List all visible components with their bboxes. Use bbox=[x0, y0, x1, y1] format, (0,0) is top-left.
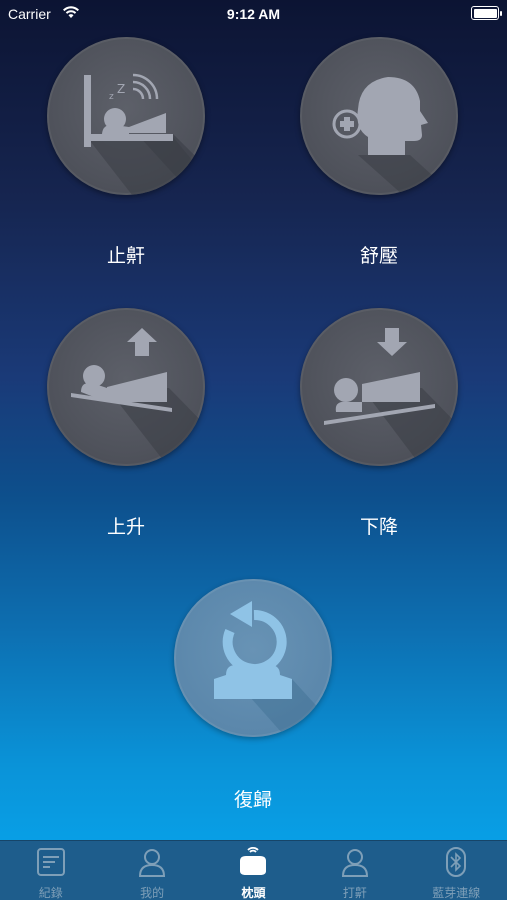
pillow-icon bbox=[240, 847, 267, 875]
stop-snore-button[interactable]: z Z bbox=[47, 37, 205, 195]
tab-snore-label: 打鼾 bbox=[342, 886, 367, 900]
reset-button[interactable] bbox=[174, 579, 332, 737]
pillow-lower-icon bbox=[324, 328, 458, 466]
head-massage-icon bbox=[332, 77, 454, 195]
tab-bluetooth[interactable]: 藍芽連線 bbox=[406, 841, 507, 900]
bluetooth-icon bbox=[446, 847, 467, 877]
tab-pillow-label: 枕頭 bbox=[241, 886, 266, 900]
raise-button[interactable] bbox=[47, 308, 205, 466]
relax-button[interactable] bbox=[300, 37, 458, 195]
document-icon bbox=[36, 848, 65, 876]
tab-mine[interactable]: 我的 bbox=[101, 841, 202, 900]
tab-bluetooth-label: 藍芽連線 bbox=[432, 886, 481, 900]
user-icon bbox=[139, 849, 166, 877]
status-bar: Carrier 9:12 AM bbox=[0, 0, 507, 28]
reset-rotate-icon bbox=[214, 601, 332, 737]
lower-label: 下降 bbox=[359, 516, 398, 538]
relax-label: 舒壓 bbox=[359, 245, 398, 267]
user-icon bbox=[341, 849, 368, 877]
tab-snore[interactable]: 打鼾 bbox=[304, 841, 405, 900]
sleeping-snore-icon: z Z bbox=[84, 73, 205, 195]
tab-records-label: 紀錄 bbox=[38, 886, 63, 900]
stop-snore-label: 止鼾 bbox=[106, 245, 145, 267]
svg-text:z: z bbox=[109, 92, 114, 102]
tab-pillow[interactable]: 枕頭 bbox=[203, 841, 304, 900]
battery-icon bbox=[471, 6, 502, 20]
clock: 9:12 AM bbox=[226, 6, 281, 22]
tab-mine-label: 我的 bbox=[140, 886, 165, 900]
svg-text:Z: Z bbox=[117, 82, 125, 96]
lower-button[interactable] bbox=[300, 308, 458, 466]
pillow-raise-icon bbox=[71, 328, 205, 466]
tab-bar: 紀錄 我的 枕頭 打鼾 藍芽連線 bbox=[0, 840, 507, 900]
raise-label: 上升 bbox=[106, 516, 145, 538]
tab-records[interactable]: 紀錄 bbox=[0, 841, 101, 900]
reset-label: 復歸 bbox=[233, 789, 272, 811]
